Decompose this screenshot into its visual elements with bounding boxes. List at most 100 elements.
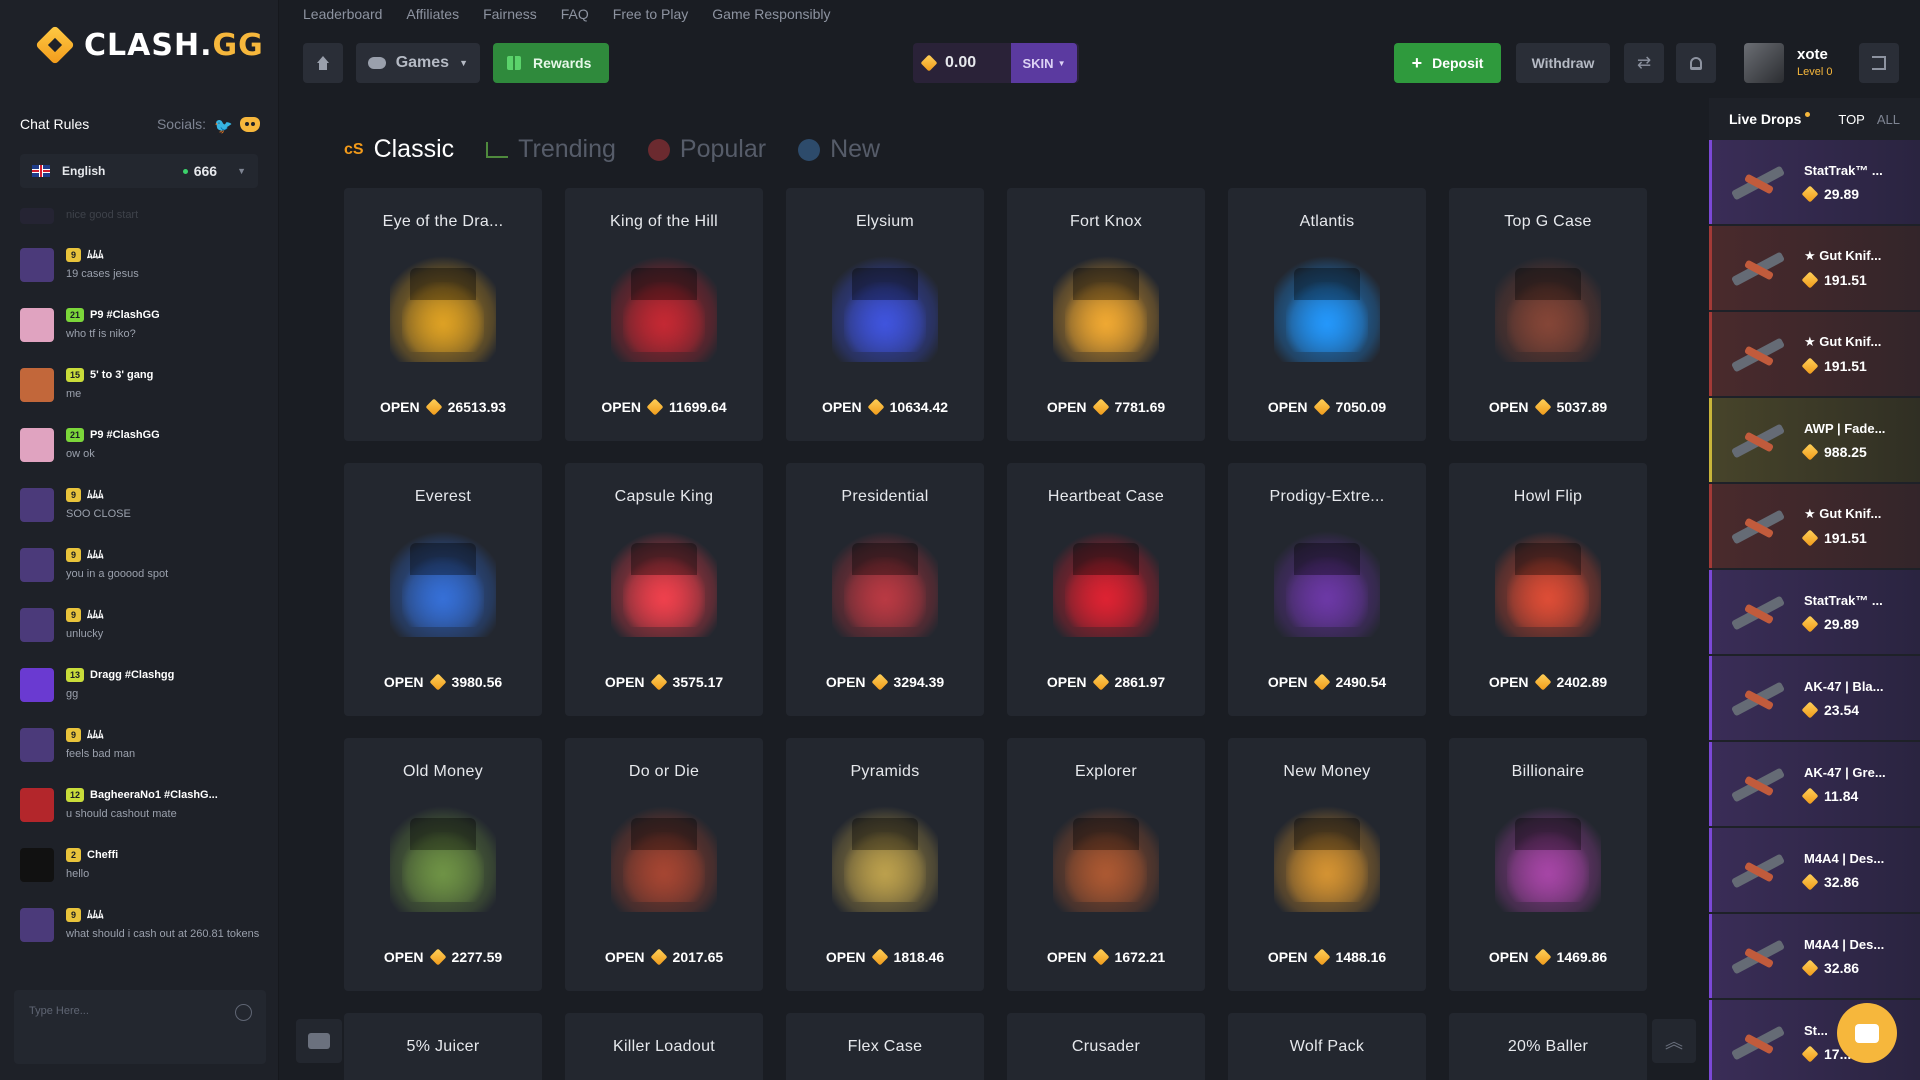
nav-link[interactable]: Leaderboard	[303, 6, 382, 22]
currency-selector[interactable]: SKIN ▼	[1011, 43, 1077, 83]
avatar[interactable]	[20, 368, 54, 402]
case-card[interactable]: Heartbeat Case OPEN 2861.97	[1007, 463, 1205, 716]
chat-username[interactable]: ﾑﾑﾑ	[87, 488, 104, 503]
open-case-button[interactable]: OPEN 1818.46	[786, 948, 984, 966]
live-drop-item[interactable]: ★ Gut Knif... 191.51	[1709, 484, 1920, 568]
avatar[interactable]	[20, 728, 54, 762]
nav-link[interactable]: Game Responsibly	[712, 6, 830, 22]
user-avatar[interactable]	[1744, 43, 1784, 83]
open-case-button[interactable]: OPEN 2402.89	[1449, 673, 1647, 691]
avatar[interactable]	[20, 608, 54, 642]
live-drop-item[interactable]: AWP | Fade... 988.25	[1709, 398, 1920, 482]
open-case-button[interactable]: OPEN 7050.09	[1228, 398, 1426, 416]
case-card[interactable]: Killer Loadout	[565, 1013, 763, 1080]
tab-popular[interactable]: Popular	[647, 135, 766, 164]
open-case-button[interactable]: OPEN 1469.86	[1449, 948, 1647, 966]
case-card[interactable]: Pyramids OPEN 1818.46	[786, 738, 984, 991]
logout-button[interactable]	[1859, 43, 1899, 83]
case-card[interactable]: Capsule King OPEN 3575.17	[565, 463, 763, 716]
open-case-button[interactable]: OPEN 26513.93	[344, 398, 542, 416]
case-card[interactable]: Flex Case	[786, 1013, 984, 1080]
home-button[interactable]	[303, 43, 343, 83]
case-card[interactable]: 20% Baller	[1449, 1013, 1647, 1080]
avatar[interactable]	[20, 248, 54, 282]
open-case-button[interactable]: OPEN 3980.56	[344, 673, 542, 691]
avatar[interactable]	[20, 308, 54, 342]
open-case-button[interactable]: OPEN 2861.97	[1007, 673, 1205, 691]
chat-input[interactable]: Type Here...	[14, 990, 266, 1064]
open-case-button[interactable]: OPEN 3575.17	[565, 673, 763, 691]
nav-link[interactable]: FAQ	[561, 6, 589, 22]
live-drop-item[interactable]: ★ Gut Knif... 191.51	[1709, 312, 1920, 396]
nav-link[interactable]: Fairness	[483, 6, 537, 22]
case-card[interactable]: Howl Flip OPEN 2402.89	[1449, 463, 1647, 716]
games-dropdown[interactable]: Games ▼	[356, 43, 480, 83]
avatar[interactable]	[20, 488, 54, 522]
open-case-button[interactable]: OPEN 1672.21	[1007, 948, 1205, 966]
chat-username[interactable]: P9 #ClashGG	[90, 428, 160, 443]
case-card[interactable]: Everest OPEN 3980.56	[344, 463, 542, 716]
emoji-icon[interactable]	[235, 1004, 252, 1021]
case-card[interactable]: Fort Knox OPEN 7781.69	[1007, 188, 1205, 441]
notifications-button[interactable]	[1676, 43, 1716, 83]
tab-new[interactable]: New	[798, 135, 880, 164]
open-case-button[interactable]: OPEN 5037.89	[1449, 398, 1647, 416]
withdraw-button[interactable]: Withdraw	[1516, 43, 1610, 83]
avatar[interactable]	[20, 668, 54, 702]
case-card[interactable]: Presidential OPEN 3294.39	[786, 463, 984, 716]
nav-link[interactable]: Affiliates	[406, 6, 459, 22]
avatar[interactable]	[20, 208, 54, 224]
live-drop-item[interactable]: StatTrak™ ... 29.89	[1709, 570, 1920, 654]
open-case-button[interactable]: OPEN 2490.54	[1228, 673, 1426, 691]
case-card[interactable]: Billionaire OPEN 1469.86	[1449, 738, 1647, 991]
case-card[interactable]: Old Money OPEN 2277.59	[344, 738, 542, 991]
filter-top[interactable]: TOP	[1838, 112, 1865, 127]
case-card[interactable]: Eye of the Dra... OPEN 26513.93	[344, 188, 542, 441]
chat-username[interactable]: ﾑﾑﾑ	[87, 728, 104, 743]
chat-username[interactable]: Cheffi	[87, 848, 118, 863]
avatar[interactable]	[20, 428, 54, 462]
avatar[interactable]	[20, 548, 54, 582]
chat-username[interactable]: ﾑﾑﾑ	[87, 548, 104, 563]
clash-logo[interactable]: CLASH.GG	[36, 26, 264, 64]
case-card[interactable]: Top G Case OPEN 5037.89	[1449, 188, 1647, 441]
user-info[interactable]: xote Level 0	[1797, 45, 1832, 79]
chat-rules-link[interactable]: Chat Rules	[20, 116, 89, 132]
case-card[interactable]: 5% Juicer	[344, 1013, 542, 1080]
scroll-top-button[interactable]: ︽	[1652, 1019, 1696, 1063]
chat-username[interactable]: BagheeraNo1 #ClashG...	[90, 788, 218, 803]
live-drop-item[interactable]: AK-47 | Gre... 11.84	[1709, 742, 1920, 826]
tab-trending[interactable]: Trending	[486, 135, 616, 164]
chat-username[interactable]: 5' to 3' gang	[90, 368, 153, 383]
case-card[interactable]: Atlantis OPEN 7050.09	[1228, 188, 1426, 441]
case-card[interactable]: Crusader	[1007, 1013, 1205, 1080]
filter-all[interactable]: ALL	[1877, 112, 1900, 127]
open-case-button[interactable]: OPEN 1488.16	[1228, 948, 1426, 966]
case-card[interactable]: King of the Hill OPEN 11699.64	[565, 188, 763, 441]
chat-toggle-button[interactable]	[296, 1019, 342, 1063]
open-case-button[interactable]: OPEN 7781.69	[1007, 398, 1205, 416]
deposit-button[interactable]: + Deposit	[1394, 43, 1501, 83]
avatar[interactable]	[20, 848, 54, 882]
nav-link[interactable]: Free to Play	[613, 6, 688, 22]
live-drop-item[interactable]: M4A4 | Des... 32.86	[1709, 828, 1920, 912]
open-case-button[interactable]: OPEN 10634.42	[786, 398, 984, 416]
live-drop-item[interactable]: AK-47 | Bla... 23.54	[1709, 656, 1920, 740]
language-selector[interactable]: English 666 ▼	[20, 154, 258, 188]
discord-icon[interactable]	[240, 116, 260, 132]
rewards-button[interactable]: Rewards	[493, 43, 609, 83]
open-case-button[interactable]: OPEN 11699.64	[565, 398, 763, 416]
avatar[interactable]	[20, 788, 54, 822]
case-card[interactable]: Prodigy-Extre... OPEN 2490.54	[1228, 463, 1426, 716]
chat-username[interactable]: ﾑﾑﾑ	[87, 908, 104, 923]
chat-username[interactable]: ﾑﾑﾑ	[87, 248, 104, 263]
case-card[interactable]: Do or Die OPEN 2017.65	[565, 738, 763, 991]
chat-username[interactable]: ﾑﾑﾑ	[87, 608, 104, 623]
support-chat-button[interactable]	[1837, 1003, 1897, 1063]
case-card[interactable]: Explorer OPEN 1672.21	[1007, 738, 1205, 991]
chat-username[interactable]: P9 #ClashGG	[90, 308, 160, 323]
case-card[interactable]: New Money OPEN 1488.16	[1228, 738, 1426, 991]
tab-classic[interactable]: cS Classic	[344, 135, 454, 164]
case-card[interactable]: Elysium OPEN 10634.42	[786, 188, 984, 441]
exchange-button[interactable]: ⇄	[1624, 43, 1664, 83]
